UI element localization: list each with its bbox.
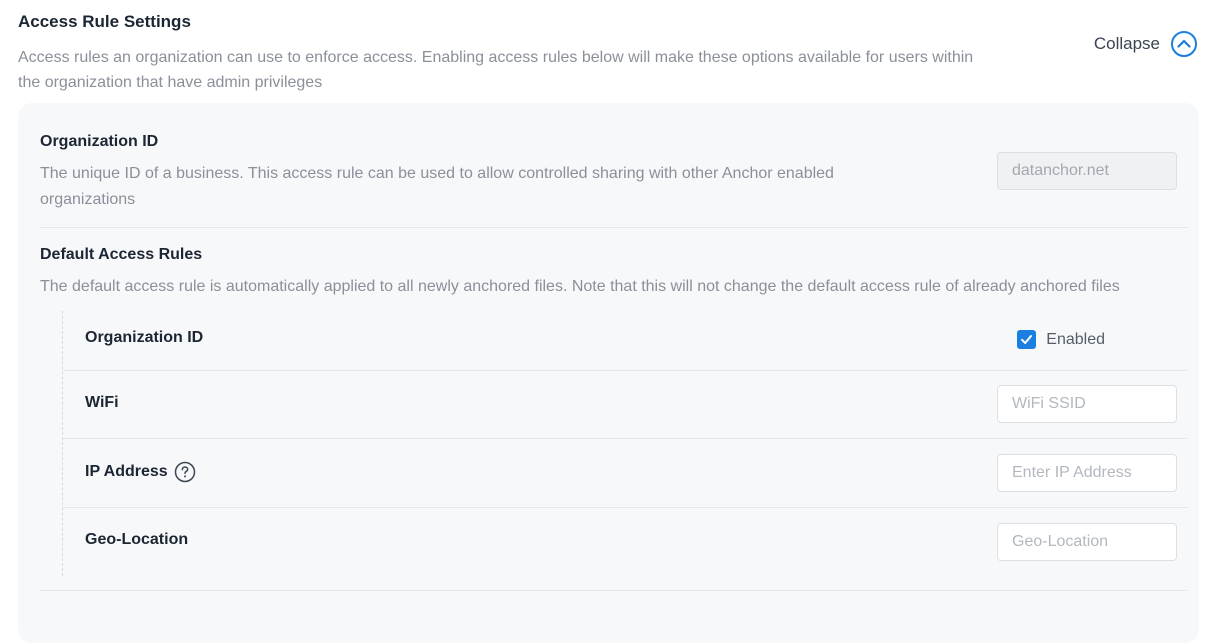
checkbox[interactable] (1017, 330, 1037, 349)
chevron-up-circle-icon (1171, 31, 1197, 57)
collapse-button[interactable]: Collapse (1094, 30, 1198, 58)
collapse-label: Collapse (1093, 34, 1160, 53)
rule-row-organization-id: Organization ID Enabled (63, 311, 1187, 371)
divider (40, 590, 1187, 591)
page-title: Access Rule Settings (18, 12, 191, 31)
access-rule-settings-header: Access Rule Settings Access rules an org… (18, 12, 1198, 102)
page-description: Access rules an organization can use to … (18, 49, 974, 91)
organization-id-field (997, 152, 1177, 190)
rule-row-geo-location: Geo-Location (63, 508, 1187, 576)
organization-id-title: Organization ID (40, 133, 159, 150)
rules-list: Organization ID Enabled WiFi IP Address (62, 311, 1187, 576)
checkbox-label: Enabled (1046, 330, 1105, 348)
ip-address-input[interactable] (997, 454, 1177, 492)
organization-id-description: The unique ID of a business. This access… (40, 165, 834, 208)
rule-row-ip-address: IP Address (63, 439, 1187, 508)
default-access-rules-title: Default Access Rules (40, 246, 203, 263)
default-access-rules-description: The default access rule is automatically… (40, 278, 1120, 295)
rule-row-wifi: WiFi (63, 371, 1187, 439)
rule-label: Geo-Location (85, 531, 189, 548)
question-circle-icon[interactable] (174, 461, 196, 483)
checkmark-icon (1021, 335, 1033, 344)
rule-label: WiFi (85, 394, 119, 411)
geo-location-input[interactable] (997, 523, 1177, 561)
rule-label: Organization ID (85, 329, 204, 346)
enabled-checkbox[interactable]: Enabled (1017, 330, 1105, 349)
access-rules-panel: Organization ID The unique ID of a busin… (18, 103, 1199, 643)
organization-id-section: Organization ID The unique ID of a busin… (40, 133, 1187, 228)
rule-label: IP Address (85, 461, 196, 483)
wifi-ssid-input[interactable] (997, 385, 1177, 423)
